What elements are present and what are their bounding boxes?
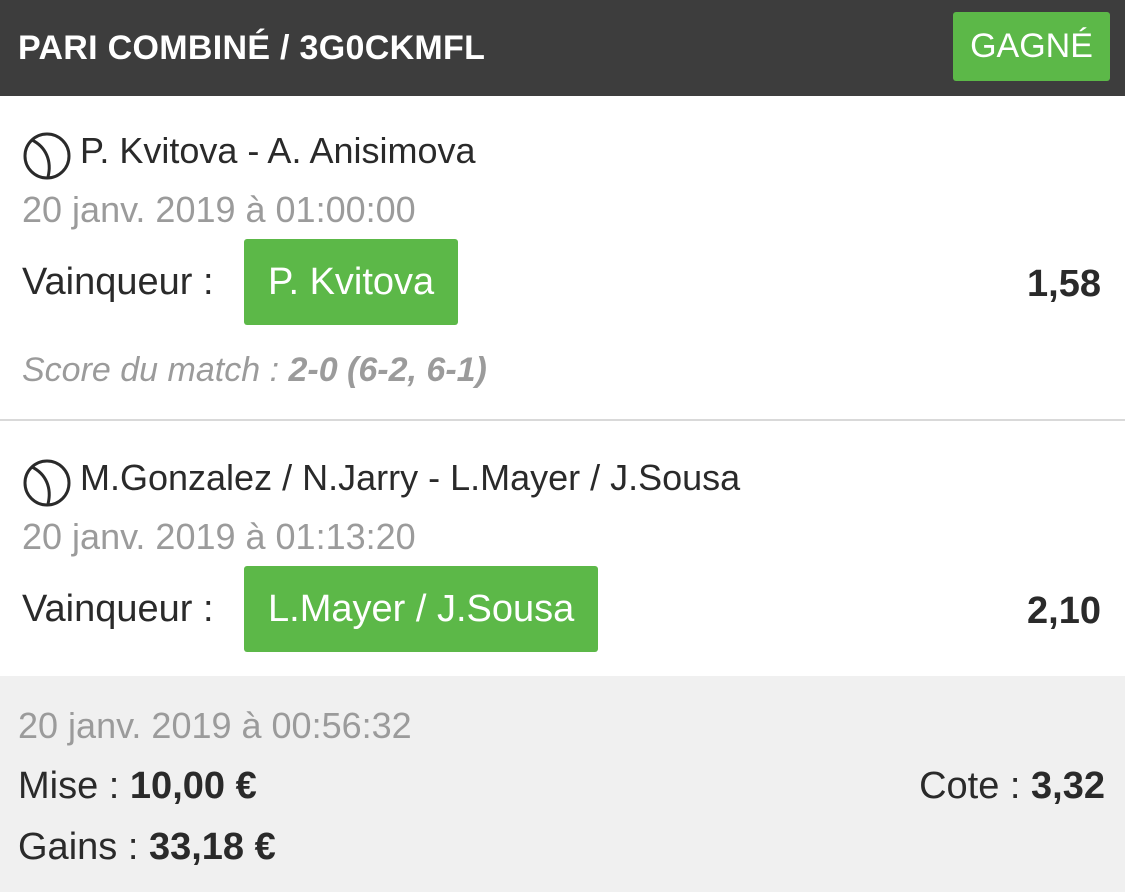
selected-winner-pill: L.Mayer / J.Sousa <box>244 566 599 652</box>
selected-winner-pill: P. Kvitova <box>244 239 459 325</box>
bet-header: PARI COMBINÉ / 3G0CKMFL GAGNÉ <box>0 0 1125 96</box>
match-score: Score du match : 2-0 (6-2, 6-1) <box>22 348 487 392</box>
market-label: Vainqueur : <box>22 261 214 303</box>
stake-label: Mise : <box>18 765 120 807</box>
gains-line: Gains : 33,18 € <box>18 823 276 871</box>
gains-label: Gains : <box>18 826 139 868</box>
match-date: 20 janv. 2019 à 01:00:00 <box>22 189 416 230</box>
bet-placed-date: 20 janv. 2019 à 00:56:32 <box>18 705 412 746</box>
total-odds-label: Cote : <box>919 765 1021 807</box>
bet-title: PARI COMBINÉ / 3G0CKMFL <box>18 29 486 67</box>
score-label: Score du match : <box>22 351 280 389</box>
tennis-ball-icon <box>23 132 71 180</box>
match-name: P. Kvitova - A. Anisimova <box>80 130 476 171</box>
score-value: 2-0 (6-2, 6-1) <box>288 351 487 389</box>
market-label: Vainqueur : <box>22 588 214 630</box>
total-odds-value: 3,32 <box>1031 765 1105 807</box>
selection-odds: 2,10 <box>1027 590 1101 632</box>
match-date: 20 janv. 2019 à 01:13:20 <box>22 516 416 557</box>
stake-line: Mise : 10,00 € <box>18 762 257 810</box>
bet-summary: 20 janv. 2019 à 00:56:32 Mise : 10,00 € … <box>0 676 1125 892</box>
status-badge: GAGNÉ <box>953 12 1110 81</box>
bet-selection-2[interactable]: M.Gonzalez / N.Jarry - L.Mayer / J.Sousa… <box>0 423 1125 676</box>
stake-value: 10,00 € <box>129 765 257 807</box>
match-name: M.Gonzalez / N.Jarry - L.Mayer / J.Sousa <box>80 457 741 498</box>
tennis-ball-icon <box>23 459 71 507</box>
bet-slip-page: PARI COMBINÉ / 3G0CKMFL GAGNÉ P. Kvitova… <box>0 0 1125 892</box>
bet-selection-1[interactable]: P. Kvitova - A. Anisimova 20 janv. 2019 … <box>0 96 1125 421</box>
total-odds-line: Cote : 3,32 <box>919 762 1105 810</box>
gains-value: 33,18 € <box>148 826 276 868</box>
selection-odds: 1,58 <box>1027 263 1101 305</box>
